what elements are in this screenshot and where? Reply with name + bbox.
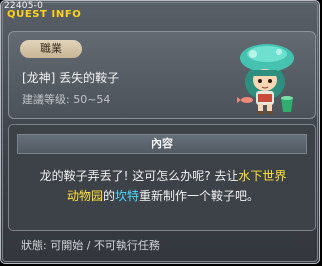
quest-category-badge: 職業: [20, 40, 82, 58]
window-title: QUEST INFO: [7, 9, 82, 20]
content-heading: 內容: [17, 134, 307, 154]
quest-header-panel: 職業 [龙神] 丢失的鞍子 建議等级: 50~54: [8, 31, 316, 119]
quest-description: 龙的鞍子弄丢了! 这可怎么办呢? 去让水下世界动物园的坎特重新制作一个鞍子吧。: [21, 166, 305, 206]
npc-mushroom-girl-icon: [237, 44, 294, 114]
recommended-level: 建議等级: 50~54: [22, 93, 111, 106]
quest-content-panel: 內容 龙的鞍子弄丢了! 这可怎么办呢? 去让水下世界动物园的坎特重新制作一个鞍子…: [8, 124, 316, 231]
quest-status: 狀態: 可開始 / 不可執行任務: [21, 239, 160, 252]
desc-text-3: 重新制作一个鞍子吧。: [139, 189, 260, 203]
npc-link-kant[interactable]: 坎特: [115, 189, 139, 203]
quest-info-window: 22405-0 QUEST INFO 職業 [龙神] 丢失的鞍子 建議等级: 5…: [0, 0, 320, 264]
location-link-zoo[interactable]: 动物园: [67, 189, 103, 203]
desc-text-2: 的: [102, 189, 115, 203]
quest-name: [龙神] 丢失的鞍子: [22, 71, 120, 85]
desc-text-1: 龙的鞍子弄丢了! 这可怎么办呢? 去让: [39, 169, 239, 183]
location-link-undersea[interactable]: 水下世界: [238, 169, 286, 183]
